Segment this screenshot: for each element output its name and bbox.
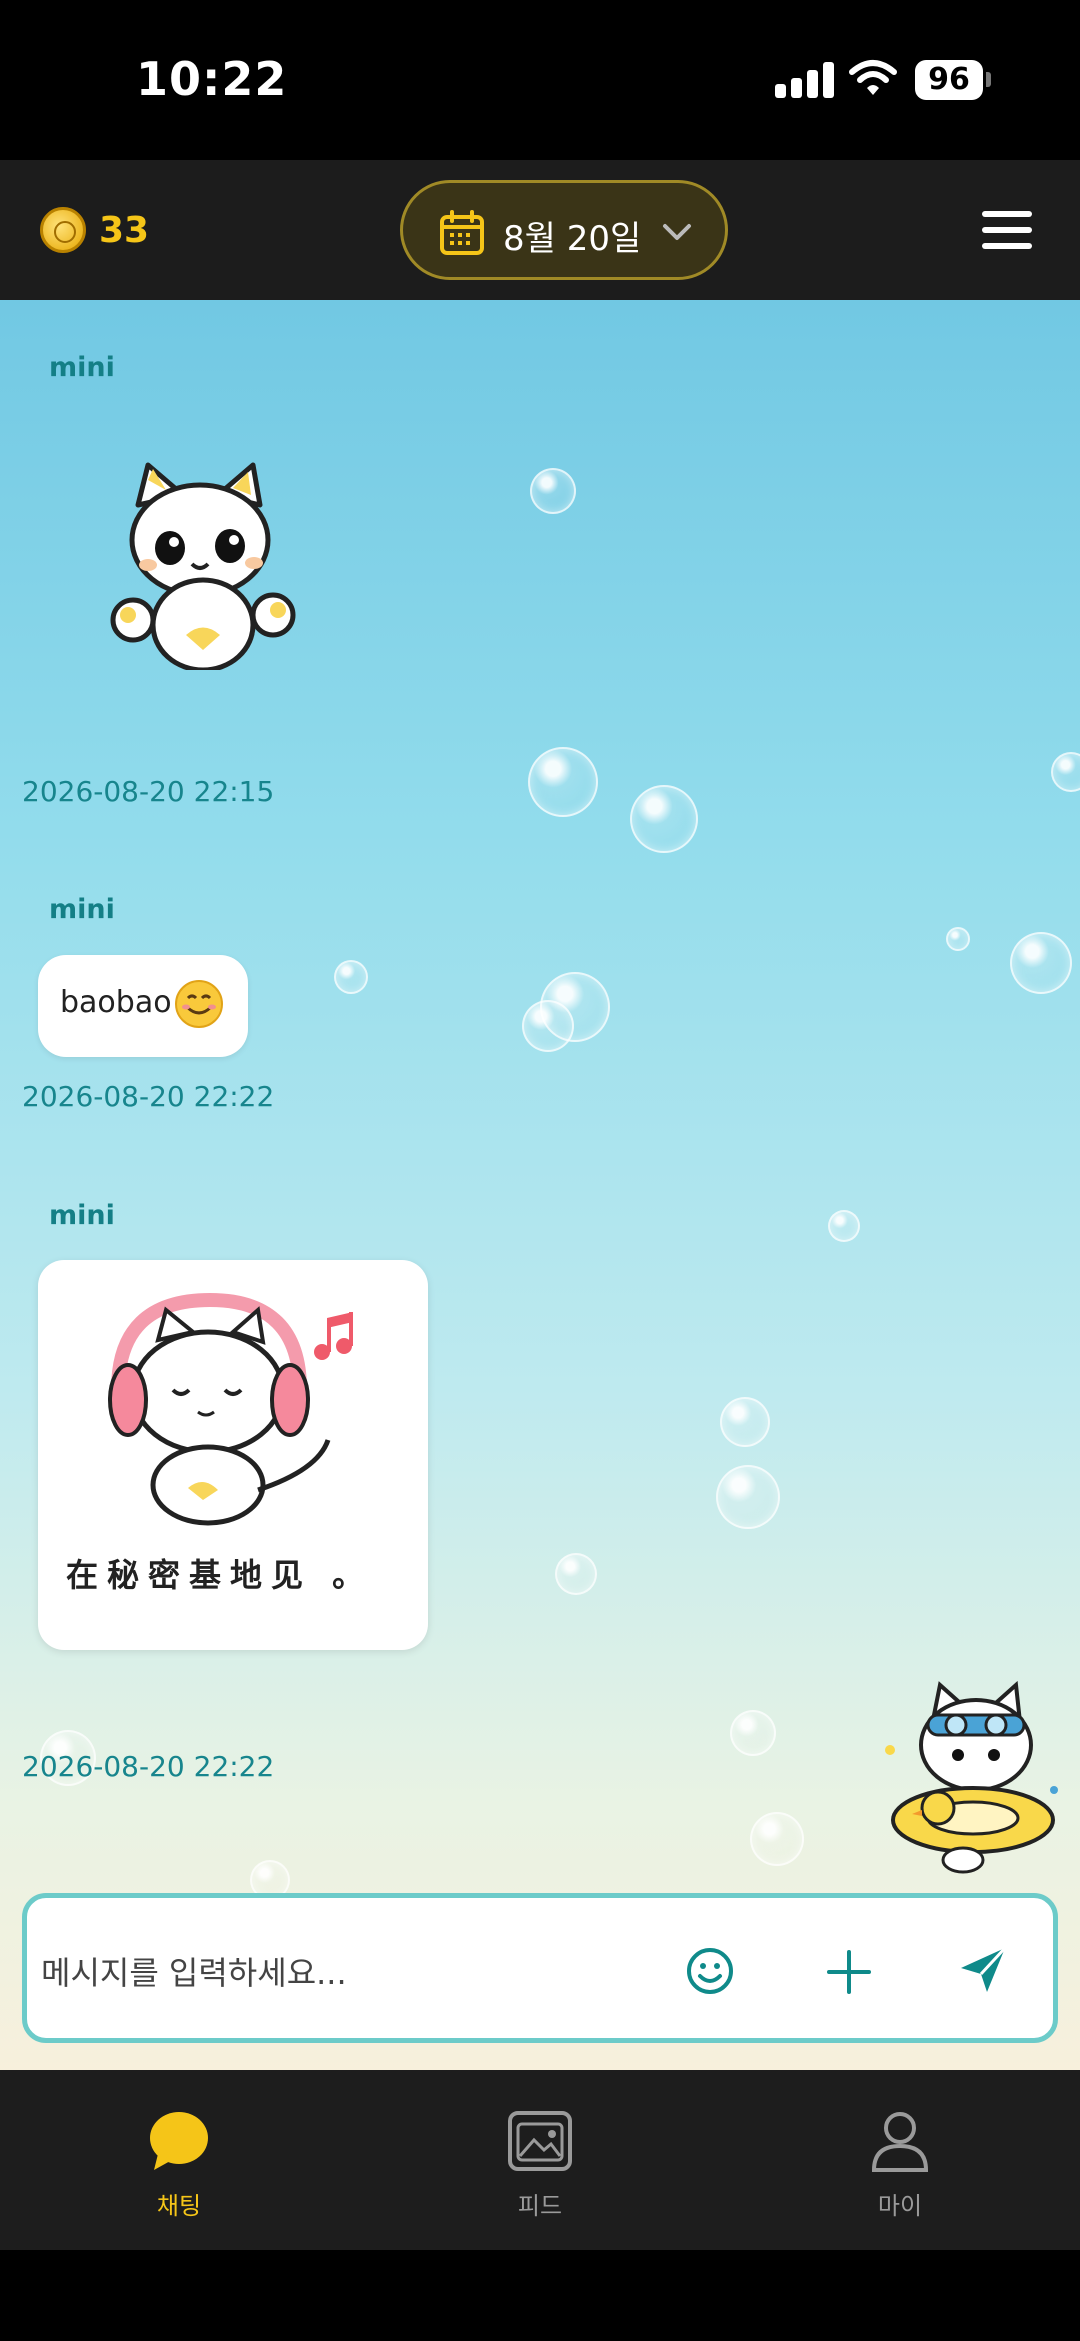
nav-label-feed: 피드 [517,2192,563,2220]
decorative-bubble [630,785,698,853]
decorative-bubble [1010,932,1072,994]
nav-item-chat[interactable]: 채팅 [99,2110,259,2221]
image-caption: 在秘密基地见 。 [66,1556,374,1594]
cat-headphones-image [108,1292,353,1526]
nav-label-chat: 채팅 [156,2192,202,2220]
status-bar: 10:22 96 [0,0,1080,160]
text-message-bubble[interactable]: baobao [38,955,248,1057]
person-icon [871,2112,929,2172]
status-time: 10:22 [136,52,288,106]
date-label: 8월 20일 [503,219,642,259]
smiling-face-emoji-icon [175,980,223,1028]
message-input[interactable]: 메시지를 입력하세요... [41,1948,347,1994]
message-timestamp: 2026-08-20 22:15 [22,775,275,808]
chat-area[interactable]: mini 2026-08-20 22:15 mini baobao 2026-0… [0,300,1080,2070]
decorative-bubble [522,1000,574,1052]
cat-thumbs-up-sticker[interactable] [108,460,308,670]
decorative-bubble [730,1710,776,1756]
plus-icon[interactable] [825,1948,873,1996]
decorative-bubble [530,468,576,514]
decorative-bubble [555,1553,597,1595]
coin-icon [40,207,86,253]
app-header: 33 8월 20일 [0,160,1080,300]
decorative-bubble [528,747,598,817]
chevron-down-icon [663,224,691,240]
bottom-navigation: 채팅 피드 마이 [0,2070,1080,2250]
date-selector-button[interactable]: 8월 20일 [400,180,728,280]
cellular-signal-icon [775,62,834,98]
gallery-icon [508,2111,572,2171]
image-message-card[interactable]: 在秘密基地见 。 [38,1260,428,1650]
decorative-bubble [720,1397,770,1447]
wifi-icon [849,60,897,95]
battery-tip [986,72,991,87]
message-sender: mini [49,352,115,383]
decorative-bubble [750,1812,804,1866]
decorative-bubble [828,1210,860,1242]
decorative-bubble [334,960,368,994]
home-indicator-area [0,2250,1080,2341]
nav-item-my[interactable]: 마이 [820,2110,980,2221]
message-sender: mini [49,1200,115,1231]
chat-bubble-icon [150,2112,208,2170]
message-timestamp: 2026-08-20 22:22 [22,1750,275,1783]
nav-label-my: 마이 [877,2192,923,2220]
message-timestamp: 2026-08-20 22:22 [22,1080,275,1113]
decorative-bubble [946,927,970,951]
swimming-cat-floating-icon[interactable] [878,1680,1068,1880]
coin-count: 33 [99,210,150,251]
nav-item-feed[interactable]: 피드 [460,2110,620,2221]
battery-level: 96 [915,60,983,100]
decorative-bubble [1051,752,1080,792]
emoji-icon[interactable] [685,1946,735,1996]
message-input-bar: 메시지를 입력하세요... [22,1893,1058,2043]
send-icon[interactable] [957,1944,1009,1996]
message-sender: mini [49,894,115,925]
menu-icon[interactable] [982,211,1032,249]
message-text: baobao [60,985,172,1020]
calendar-icon [440,210,484,255]
decorative-bubble [716,1465,780,1529]
